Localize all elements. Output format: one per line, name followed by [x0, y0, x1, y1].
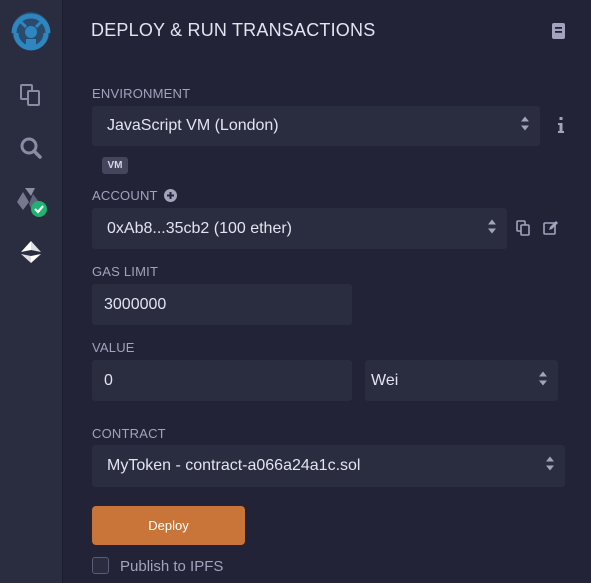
environment-badge: VM	[102, 157, 128, 174]
publish-ipfs-label: Publish to IPFS	[120, 558, 224, 575]
select-arrows-icon	[487, 218, 497, 239]
file-explorer-icon[interactable]	[0, 80, 62, 110]
environment-select[interactable]: JavaScript VM (London)	[92, 106, 540, 146]
documentation-icon[interactable]	[551, 22, 567, 45]
value-amount: 0	[104, 371, 113, 389]
select-arrows-icon	[538, 370, 548, 391]
environment-label: ENVIRONMENT	[92, 86, 191, 101]
copy-icon[interactable]	[515, 219, 531, 237]
value-label: VALUE	[92, 340, 135, 355]
contract-label: CONTRACT	[92, 426, 166, 441]
add-account-icon[interactable]	[163, 188, 177, 202]
gas-limit-label: GAS LIMIT	[92, 264, 159, 279]
gas-limit-value: 3000000	[104, 295, 167, 313]
edit-signature-icon[interactable]	[542, 219, 560, 237]
value-unit: Wei	[371, 371, 399, 389]
deploy-button[interactable]: Deploy	[92, 506, 245, 545]
account-value: 0xAb8...35cb2 (100 ether)	[107, 219, 293, 237]
deploy-run-panel: DEPLOY & RUN TRANSACTIONS ENVIRONMENT Ja…	[63, 0, 591, 583]
gas-limit-input[interactable]: 3000000	[92, 284, 352, 325]
icon-sidebar	[0, 0, 63, 583]
solidity-compiler-icon[interactable]	[0, 184, 62, 220]
value-input[interactable]: 0	[92, 360, 352, 401]
contract-select[interactable]: MyToken - contract-a066a24a1c.sol	[92, 445, 565, 487]
deploy-run-icon[interactable]	[0, 237, 62, 267]
contract-value: MyToken - contract-a066a24a1c.sol	[107, 457, 361, 474]
panel-title: DEPLOY & RUN TRANSACTIONS	[91, 20, 376, 40]
account-label: ACCOUNT	[92, 188, 158, 203]
info-icon[interactable]	[554, 115, 568, 135]
publish-ipfs-checkbox[interactable]	[92, 557, 109, 574]
remix-logo-icon[interactable]	[0, 8, 62, 56]
value-unit-select[interactable]: Wei	[365, 360, 558, 401]
search-icon[interactable]	[0, 133, 62, 163]
account-select[interactable]: 0xAb8...35cb2 (100 ether)	[92, 208, 507, 249]
select-arrows-icon	[520, 116, 530, 137]
select-arrows-icon	[545, 456, 555, 477]
environment-value: JavaScript VM (London)	[107, 117, 279, 134]
